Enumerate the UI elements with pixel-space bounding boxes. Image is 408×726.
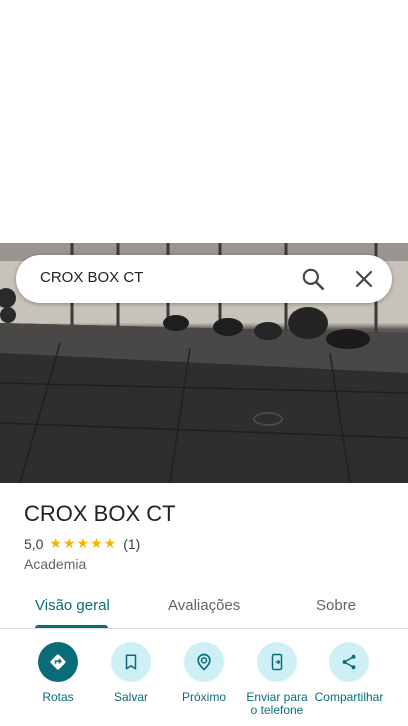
search-input[interactable]: CROX BOX CT (40, 269, 143, 286)
bookmark-icon (125, 654, 137, 670)
send-to-phone-label: Enviar para o telefone (246, 691, 308, 717)
rating-value: 5,0 (24, 535, 44, 552)
share-button[interactable]: Compartilhar (309, 642, 389, 717)
place-details-panel: CROX BOX CT 5,0 ★★★★★ (1) Academia Visão… (0, 483, 408, 726)
place-title: CROX BOX CT (24, 501, 176, 526)
star-rating-icon: ★★★★★ (49, 535, 118, 551)
search-icon[interactable] (300, 266, 326, 292)
tab-reviews[interactable]: Avaliações (168, 597, 240, 614)
nearby-icon (197, 653, 211, 671)
send-to-phone-button[interactable]: Enviar para o telefone (237, 642, 317, 717)
tab-overview[interactable]: Visão geral (35, 597, 110, 614)
search-bar[interactable]: CROX BOX CT (16, 255, 392, 303)
tab-about[interactable]: Sobre (316, 597, 356, 614)
directions-button[interactable]: Rotas (18, 642, 98, 717)
tab-bar: Visão geral Avaliações Sobre (0, 585, 408, 629)
review-count: (1) (123, 535, 141, 552)
directions-icon (50, 654, 66, 670)
save-button[interactable]: Salvar (91, 642, 171, 717)
directions-label: Rotas (42, 691, 74, 704)
action-buttons-row: Rotas Salvar Próximo Enviar para o telef… (0, 642, 408, 726)
active-tab-indicator (35, 625, 108, 628)
nearby-button[interactable]: Próximo (164, 642, 244, 717)
share-icon (342, 654, 356, 670)
nearby-label: Próximo (181, 691, 226, 704)
send-to-phone-icon (271, 653, 283, 671)
map-area-blank (0, 0, 408, 243)
close-icon[interactable] (352, 267, 376, 291)
save-label: Salvar (113, 691, 148, 704)
rating-row[interactable]: 5,0 ★★★★★ (1) (24, 535, 140, 552)
share-label: Compartilhar (314, 691, 384, 704)
place-category: Academia (24, 556, 87, 572)
